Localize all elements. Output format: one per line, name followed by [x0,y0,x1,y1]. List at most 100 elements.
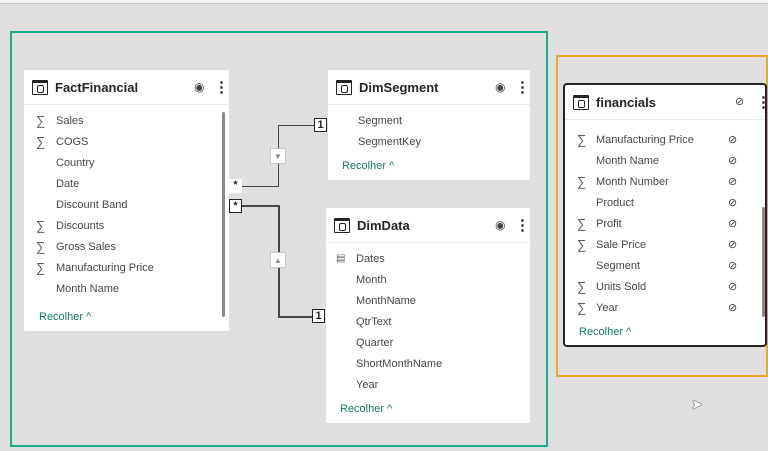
field-row[interactable]: ∑ Discounts [24,218,229,234]
eye-icon[interactable]: ◉ [495,80,505,94]
table-card-financials[interactable]: financials ⊘ ⋮ ∑ Manufacturing Price ⊘ Month… [563,83,768,347]
eye-icon[interactable]: ◉ [495,218,505,232]
sum-icon: ∑ [36,113,46,128]
field-label: SegmentKey [358,136,421,148]
top-toolbar-edge [0,0,768,4]
field-row[interactable]: Date [24,176,229,192]
field-row[interactable]: ∑ Sales [24,113,229,129]
more-options-icon[interactable]: ⋮ [515,216,530,234]
field-label: Quarter [356,337,394,349]
sum-icon: ∑ [577,279,587,294]
filter-direction-down-icon[interactable]: ▼ [270,148,286,164]
field-label: Product [596,197,634,209]
field-label: Gross Sales [56,241,116,253]
field-row[interactable]: Country [24,155,229,171]
field-row[interactable]: ∑ Gross Sales [24,239,229,255]
cardinality-one: 1 [314,118,327,132]
table-title: financials [596,94,656,110]
field-label: Sales [56,115,84,127]
field-row[interactable]: Month [326,272,530,288]
field-row[interactable]: Year [326,377,530,393]
collapse-link[interactable]: Recolher ^ [579,326,631,338]
relationship-line[interactable] [242,186,279,187]
more-options-icon[interactable]: ⋮ [756,93,768,111]
field-label: Country [56,157,95,169]
field-row[interactable]: ∑ Year ⊘ [565,300,765,316]
field-label: MonthName [356,295,416,307]
sum-icon: ∑ [577,132,587,147]
cardinality-one: 1 [312,309,325,323]
eye-hidden-icon[interactable]: ⊘ [728,153,737,169]
sum-icon: ∑ [577,300,587,315]
field-row[interactable]: ShortMonthName [326,356,530,372]
collapse-link[interactable]: Recolher ^ [39,311,91,323]
field-label: COGS [56,136,89,148]
eye-hidden-icon[interactable]: ⊘ [728,279,737,295]
table-card-factfinancial[interactable]: FactFinancial ◉ ⋮ ∑ Sales ∑ COGS Country Date D… [24,70,229,331]
cardinality-many: * [229,199,242,213]
field-row[interactable]: Month Name [24,281,229,297]
field-row[interactable]: QtrText [326,314,530,330]
field-label: Month Name [596,155,659,167]
mouse-cursor: ➤ [691,396,703,412]
eye-hidden-icon[interactable]: ⊘ [728,300,737,316]
field-row[interactable]: Segment ⊘ [565,258,765,274]
eye-hidden-icon[interactable]: ⊘ [728,216,737,232]
eye-icon[interactable]: ◉ [194,80,204,94]
sum-icon: ∑ [577,174,587,189]
relationship-line[interactable] [242,205,279,207]
filter-direction-up-icon[interactable]: ▲ [270,252,286,268]
field-row[interactable]: ∑ Month Number ⊘ [565,174,765,190]
collapse-link[interactable]: Recolher ^ [342,160,394,172]
calendar-icon: ▤ [336,253,346,264]
field-label: Discounts [56,220,105,232]
eye-hidden-icon[interactable]: ⊘ [728,174,737,190]
cardinality-many: * [229,179,242,193]
field-label: Manufacturing Price [56,262,154,274]
eye-hidden-icon[interactable]: ⊘ [735,95,744,108]
field-row[interactable]: ∑ Manufacturing Price ⊘ [565,132,765,148]
field-row[interactable]: ∑ Profit ⊘ [565,216,765,232]
field-label: Segment [358,115,403,127]
more-options-icon[interactable]: ⋮ [214,78,229,96]
field-label: QtrText [356,316,392,328]
eye-hidden-icon[interactable]: ⊘ [728,132,737,148]
table-icon [334,217,350,233]
table-card-dimdata[interactable]: DimData ◉ ⋮ ▤ Dates Month MonthName QtrText Qu… [326,208,530,423]
eye-hidden-icon[interactable]: ⊘ [728,195,737,211]
table-title: FactFinancial [55,79,139,95]
field-row[interactable]: Discount Band [24,197,229,213]
field-row[interactable]: ∑ Sale Price ⊘ [565,237,765,253]
eye-hidden-icon[interactable]: ⊘ [728,258,737,274]
field-row[interactable]: Segment [328,113,530,129]
field-row[interactable]: ∑ Units Sold ⊘ [565,279,765,295]
field-row[interactable]: Quarter [326,335,530,351]
sum-icon: ∑ [577,237,587,252]
sum-icon: ∑ [36,134,46,149]
eye-hidden-icon[interactable]: ⊘ [728,237,737,253]
field-row[interactable]: ∑ Manufacturing Price [24,260,229,276]
field-label: Month Name [56,283,119,295]
field-row[interactable]: Month Name ⊘ [565,153,765,169]
table-title: DimData [357,217,410,233]
sum-icon: ∑ [36,260,46,275]
field-label: Dates [356,253,385,265]
field-label: Year [596,302,619,314]
field-label: Manufacturing Price [596,134,694,146]
field-label: Sale Price [596,239,647,251]
more-options-icon[interactable]: ⋮ [515,78,530,96]
sum-icon: ∑ [36,218,46,233]
field-row[interactable]: Product ⊘ [565,195,765,211]
field-label: Month Number [596,176,669,188]
field-row[interactable]: ▤ Dates [326,251,530,267]
field-label: Segment [596,260,641,272]
field-row[interactable]: ∑ COGS [24,134,229,150]
table-icon [336,79,352,95]
field-row[interactable]: SegmentKey [328,134,530,150]
field-label: Units Sold [596,281,647,293]
collapse-link[interactable]: Recolher ^ [340,403,392,415]
field-row[interactable]: MonthName [326,293,530,309]
table-card-dimsegment[interactable]: DimSegment ◉ ⋮ Segment SegmentKey Recolher… [328,70,530,180]
field-label: ShortMonthName [356,358,443,370]
field-label: Date [56,178,80,190]
